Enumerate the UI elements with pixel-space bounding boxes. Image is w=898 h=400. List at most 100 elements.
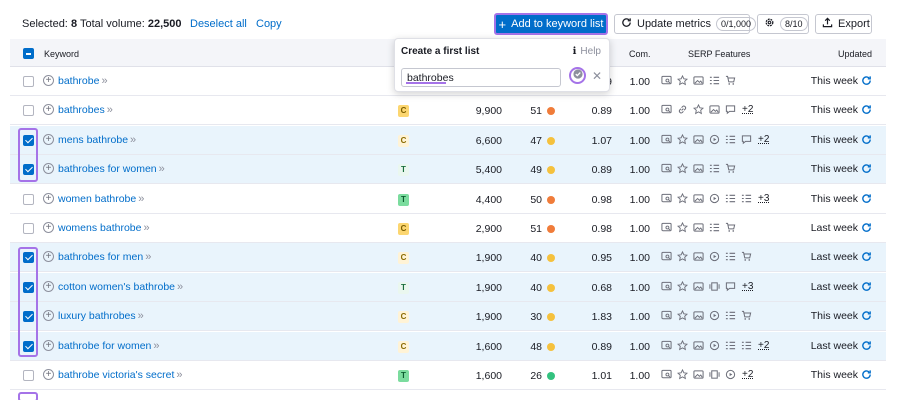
keyword-link[interactable]: bathrobe» [58, 75, 108, 87]
refresh-icon[interactable] [861, 193, 872, 204]
table-row[interactable]: + bathrobes» C 9,900 51 0.89 1.00 +2 This week [10, 96, 886, 126]
add-keyword-icon[interactable]: + [43, 251, 54, 263]
row-checkbox[interactable] [23, 281, 34, 293]
add-keyword-icon[interactable]: + [43, 75, 54, 86]
image-icon [693, 251, 704, 262]
row-checkbox[interactable] [23, 164, 34, 176]
kd-value: 26 [530, 370, 542, 382]
double-chevron-icon[interactable]: » [138, 310, 144, 322]
keyword-link[interactable]: bathrobe for women» [58, 340, 160, 352]
add-keyword-icon[interactable]: + [43, 222, 54, 233]
table-row[interactable]: + luxury bathrobes» C 1,900 30 1.83 1.00 This w… [10, 302, 886, 332]
refresh-icon[interactable] [861, 163, 872, 174]
serp-more-link[interactable]: +3 [742, 281, 753, 292]
serp-more-link[interactable]: +2 [758, 134, 769, 145]
serp-more-link[interactable]: +3 [758, 193, 769, 204]
add-keyword-icon[interactable]: + [43, 104, 54, 116]
keyword-link[interactable]: bathrobes» [58, 104, 113, 116]
row-checkbox[interactable] [23, 252, 34, 264]
table-row[interactable]: + bathrobe victoria's secret» T 1,600 26 1.01… [10, 361, 886, 390]
keyword-link[interactable]: women bathrobe» [58, 193, 144, 205]
double-chevron-icon[interactable]: » [153, 340, 159, 352]
double-chevron-icon[interactable]: » [159, 163, 165, 175]
add-keyword-icon[interactable]: + [43, 310, 54, 322]
add-keyword-icon[interactable]: + [43, 192, 54, 204]
deselect-all-link[interactable]: Deselect all [190, 18, 247, 30]
row-checkbox[interactable] [23, 193, 34, 205]
table-row[interactable]: + bathrobe for women» C 1,600 48 0.89 1.00 +2 La… [10, 331, 886, 361]
refresh-icon[interactable] [861, 281, 872, 292]
add-keyword-icon[interactable]: + [43, 163, 54, 175]
double-chevron-icon[interactable]: » [107, 104, 113, 116]
refresh-icon[interactable] [861, 369, 872, 380]
add-keyword-icon[interactable]: + [43, 369, 54, 380]
add-keyword-icon[interactable]: + [43, 339, 54, 351]
refresh-icon[interactable] [861, 251, 872, 262]
double-chevron-icon[interactable]: » [176, 369, 182, 381]
image-icon [693, 222, 704, 233]
table-row[interactable]: + mens bathrobe» C 6,600 47 1.07 1.00 +2 This we… [10, 125, 886, 155]
update-metrics-button[interactable]: Update metrics 0/1,000 [614, 14, 757, 34]
kd-indicator-dot [547, 225, 555, 233]
row-checkbox[interactable] [23, 340, 34, 352]
close-icon[interactable]: ✕ [592, 69, 602, 83]
refresh-icon[interactable] [861, 104, 872, 115]
image-icon [709, 104, 720, 115]
keyword-link[interactable]: luxury bathrobes» [58, 310, 144, 322]
row-checkbox[interactable] [23, 370, 34, 381]
double-chevron-icon[interactable]: » [143, 222, 149, 234]
row-checkbox[interactable] [23, 311, 34, 323]
row-checkbox[interactable] [23, 134, 34, 146]
star-icon [677, 280, 688, 292]
updated-value: This week [810, 369, 858, 381]
keyword-link[interactable]: cotton women's bathrobe» [58, 281, 183, 293]
com-column-header[interactable]: Com. [629, 49, 651, 59]
refresh-icon[interactable] [861, 134, 872, 145]
double-chevron-icon[interactable]: » [145, 251, 151, 263]
copy-link[interactable]: Copy [256, 18, 282, 30]
refresh-icon[interactable] [861, 75, 872, 86]
keyword-link[interactable]: bathrobe victoria's secret» [58, 369, 183, 381]
serp-more-link[interactable]: +2 [742, 104, 753, 115]
keyword-link[interactable]: mens bathrobe» [58, 134, 136, 146]
row-checkbox[interactable] [23, 223, 34, 234]
refresh-icon[interactable] [861, 310, 872, 321]
serp-more-link[interactable]: +2 [742, 369, 753, 380]
table-row[interactable]: + women bathrobe» T 4,400 50 0.98 1.00 +3 This w… [10, 185, 886, 214]
double-chevron-icon[interactable]: » [130, 134, 136, 146]
serp-more-link[interactable]: +2 [758, 340, 769, 351]
table-row[interactable]: + cotton women's bathrobe» T 1,900 40 0.68 1.0… [10, 272, 886, 302]
double-chevron-icon[interactable]: » [101, 75, 107, 87]
row-checkbox[interactable] [23, 105, 34, 117]
row-checkbox[interactable] [23, 76, 34, 87]
table-row[interactable]: + bathrobes for women» T 5,400 49 0.89 1.00 Thi… [10, 155, 886, 185]
serp-features-column-header[interactable]: SERP Features [688, 49, 750, 59]
confirm-button[interactable] [569, 67, 586, 84]
double-chevron-icon[interactable]: » [138, 193, 144, 205]
keyword-column-header[interactable]: Keyword [44, 49, 79, 59]
serp-features [661, 75, 736, 86]
keyword-link[interactable]: bathrobes for men» [58, 251, 151, 263]
keyword-text: bathrobes for women [58, 163, 157, 176]
keyword-text: cotton women's bathrobe [58, 280, 175, 293]
volume-value: 4,400 [475, 193, 502, 206]
review-icon [661, 251, 672, 262]
refresh-icon[interactable] [861, 340, 872, 351]
help-link[interactable]: ℹ Help [573, 46, 601, 57]
select-all-checkbox[interactable] [23, 48, 34, 59]
updated-column-header[interactable]: Updated [838, 49, 872, 59]
table-row[interactable]: + womens bathrobe» C 2,900 51 0.98 1.00 Last we… [10, 214, 886, 243]
list-icon [741, 340, 752, 351]
add-to-keyword-list-button[interactable]: + Add to keyword list [494, 13, 608, 35]
keyword-link[interactable]: womens bathrobe» [58, 222, 150, 234]
add-keyword-icon[interactable]: + [43, 280, 54, 292]
kd-value: 30 [530, 311, 542, 324]
refresh-icon[interactable] [861, 222, 872, 233]
table-row[interactable]: + bathrobes for men» C 1,900 40 0.95 1.00 Last … [10, 243, 886, 273]
export-button[interactable]: Export [815, 14, 872, 34]
double-chevron-icon[interactable]: » [177, 281, 183, 293]
settings-button[interactable]: 8/10 [757, 14, 809, 34]
keyword-link[interactable]: bathrobes for women» [58, 163, 165, 175]
list-name-input[interactable] [401, 68, 561, 87]
add-keyword-icon[interactable]: + [43, 133, 54, 145]
